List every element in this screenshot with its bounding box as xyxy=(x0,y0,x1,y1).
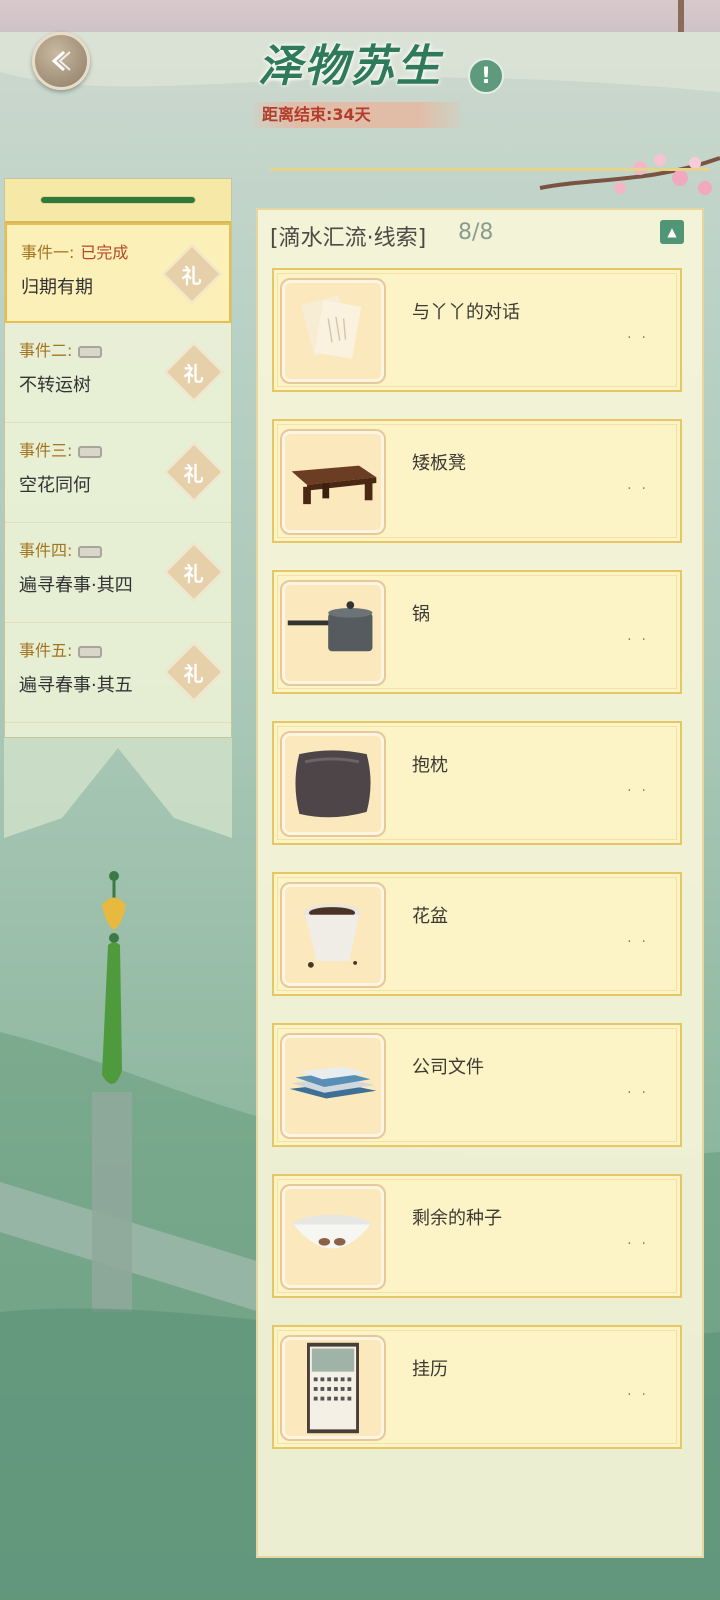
event-list-header xyxy=(5,179,231,223)
clue-panel: [滴水汇流·线索] 8/8 ▲ 与丫丫的对话 ·· 矮板凳 ·· 锅 ·· 抱枕… xyxy=(256,208,704,1558)
clue-name: 锅 xyxy=(412,604,430,625)
stool-icon xyxy=(280,429,386,535)
clue-name: 剩余的种子 xyxy=(412,1208,502,1229)
clue-card[interactable]: 矮板凳 ·· xyxy=(272,419,682,543)
event-label: 事件五: xyxy=(19,641,73,660)
header-bar xyxy=(40,196,196,204)
event-label: 事件四: xyxy=(19,541,73,560)
clue-name: 公司文件 xyxy=(412,1057,484,1078)
event-item-3[interactable]: 事件三: 空花同何 礼 xyxy=(5,423,231,523)
clue-name: 与丫丫的对话 xyxy=(412,302,520,323)
event-label: 事件一: xyxy=(21,243,75,262)
info-button[interactable]: ! xyxy=(468,58,504,94)
curtain-rod xyxy=(678,0,684,32)
event-item-2[interactable]: 事件二: 不转运树 礼 xyxy=(5,323,231,423)
clue-card[interactable]: 挂历 ·· xyxy=(272,1325,682,1449)
clue-card[interactable]: 锅 ·· xyxy=(272,570,682,694)
back-button[interactable] xyxy=(32,32,90,90)
dots-icon: ·· xyxy=(627,934,656,950)
documents-icon xyxy=(280,1033,386,1139)
dots-icon: ·· xyxy=(627,632,656,648)
clue-card[interactable]: 与丫丫的对话 ·· xyxy=(272,268,682,392)
event-status: 已完成 xyxy=(80,243,129,262)
tassel-icon xyxy=(102,871,126,1084)
dots-icon: ·· xyxy=(627,1236,656,1252)
clue-name: 抱枕 xyxy=(412,755,448,776)
collapse-button[interactable]: ▲ xyxy=(660,220,684,244)
clue-name: 挂历 xyxy=(412,1359,448,1380)
event-label: 事件三: xyxy=(19,441,73,460)
event-item-4[interactable]: 事件四: 遍寻春事·其四 礼 xyxy=(5,523,231,623)
dots-icon: ·· xyxy=(627,330,656,346)
dots-icon: ·· xyxy=(627,1085,656,1101)
dots-icon: ·· xyxy=(627,783,656,799)
pillow-icon xyxy=(280,731,386,837)
pot-icon xyxy=(280,580,386,686)
event-list-panel: 事件一: 已完成 归期有期 礼 事件二: 不转运树 礼 事件三: 空花同何 礼 事… xyxy=(4,178,232,738)
letters-icon xyxy=(280,278,386,384)
event-item-1[interactable]: 事件一: 已完成 归期有期 礼 xyxy=(5,223,231,323)
flowerpot-icon xyxy=(280,882,386,988)
clue-card[interactable]: 抱枕 ·· xyxy=(272,721,682,845)
lock-icon xyxy=(78,645,103,658)
top-strip xyxy=(0,0,720,32)
panel-top-line xyxy=(270,168,710,171)
clue-card[interactable]: 剩余的种子 ·· xyxy=(272,1174,682,1298)
page-title: 泽物苏生 xyxy=(258,41,442,92)
clue-card[interactable]: 公司文件 ·· xyxy=(272,1023,682,1147)
dots-icon: ·· xyxy=(627,481,656,497)
dots-icon: ·· xyxy=(627,1387,656,1403)
countdown-badge: 距离结束:34天 xyxy=(254,102,460,128)
clue-count: 8/8 xyxy=(458,220,494,245)
wall-calendar-icon xyxy=(280,1335,386,1441)
clue-name: 矮板凳 xyxy=(412,453,466,474)
clue-card[interactable]: 花盆 ·· xyxy=(272,872,682,996)
clue-name: 花盆 xyxy=(412,906,448,927)
pennant-decoration xyxy=(4,738,232,838)
event-label: 事件二: xyxy=(19,341,73,360)
clue-panel-title: [滴水汇流·线索] xyxy=(270,226,427,251)
lock-icon xyxy=(78,445,103,458)
lock-icon xyxy=(78,345,103,358)
seed-bowl-icon xyxy=(280,1184,386,1290)
back-arrow-icon xyxy=(51,50,71,72)
event-item-5[interactable]: 事件五: 遍寻春事·其五 礼 xyxy=(5,623,231,723)
lock-icon xyxy=(78,545,103,558)
